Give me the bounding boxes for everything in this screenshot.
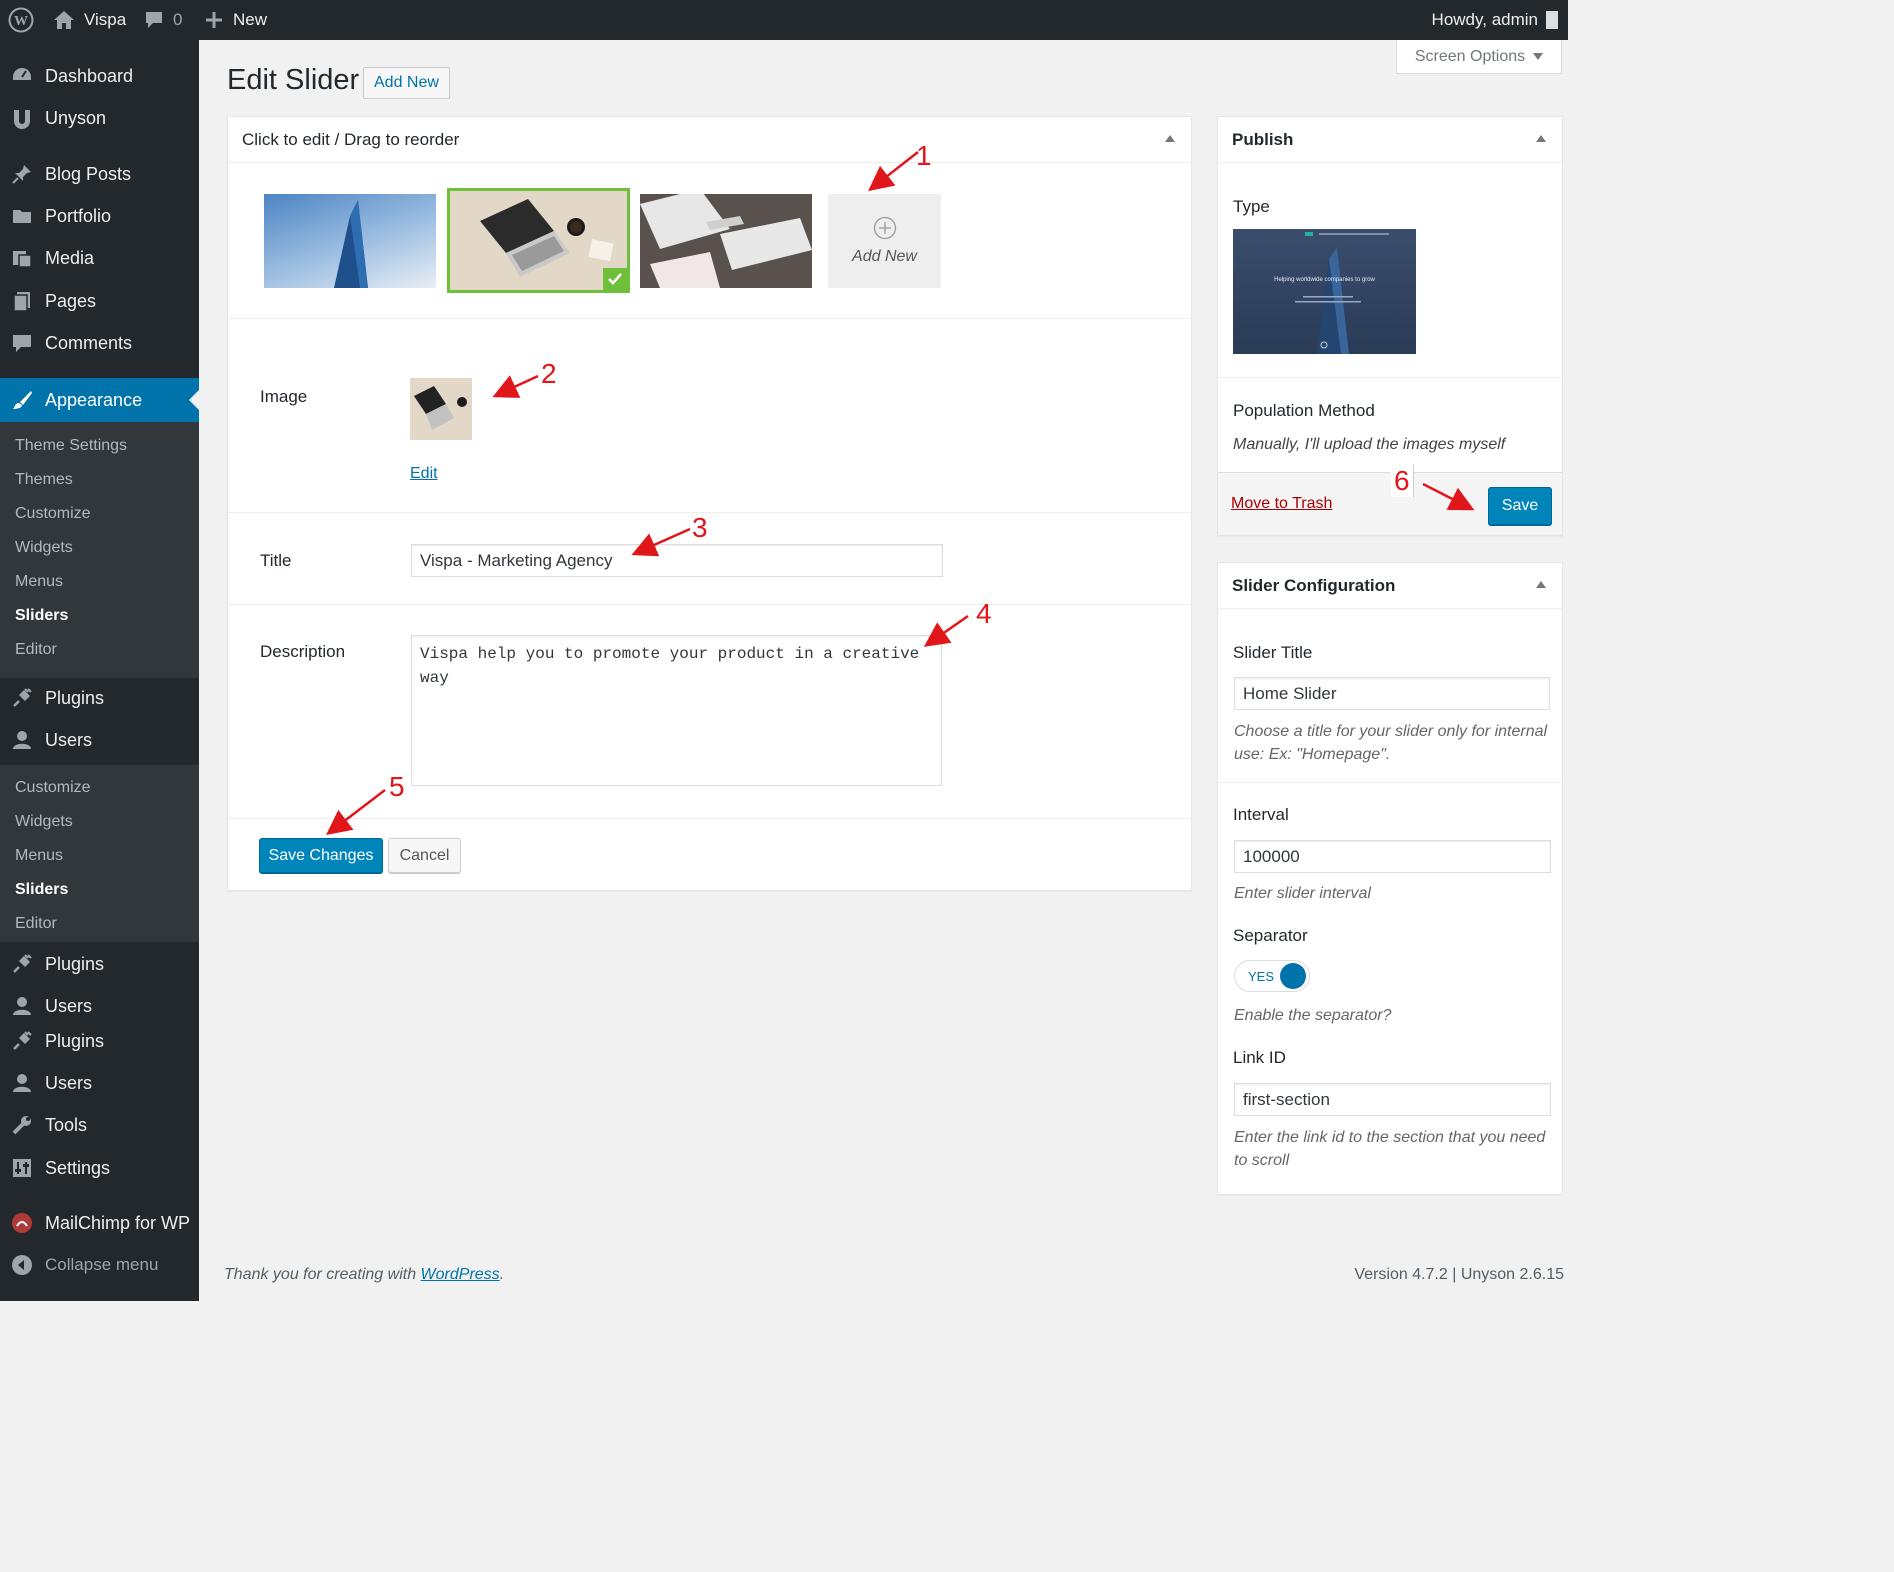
- footer-thanks-prefix: Thank you for creating with: [224, 1266, 417, 1283]
- footer-thanks-suffix: .: [499, 1266, 505, 1283]
- annotation-arrow-1: [868, 151, 919, 192]
- annotation-number-1: 1: [916, 140, 932, 171]
- annotation-arrows: [326, 151, 1475, 836]
- annotation-number-5: 5: [389, 771, 405, 802]
- annotation-number-3: 3: [692, 512, 708, 543]
- annotation-arrow-3: [631, 527, 691, 557]
- annotation-arrow-6: [1422, 482, 1475, 511]
- footer-thanks: Thank you for creating with WordPress.: [224, 1266, 504, 1284]
- annotation-arrow-4: [923, 614, 969, 647]
- annotation-number-2: 2: [541, 358, 557, 389]
- annotation-number-4: 4: [976, 598, 992, 629]
- footer-version: Version 4.7.2 | Unyson 2.6.15: [1354, 1266, 1564, 1283]
- annotation-number-6: 6: [1391, 465, 1414, 497]
- annotation-arrow-5: [326, 789, 386, 836]
- wordpress-link[interactable]: WordPress: [421, 1266, 500, 1283]
- annotation-arrow-2: [492, 374, 539, 398]
